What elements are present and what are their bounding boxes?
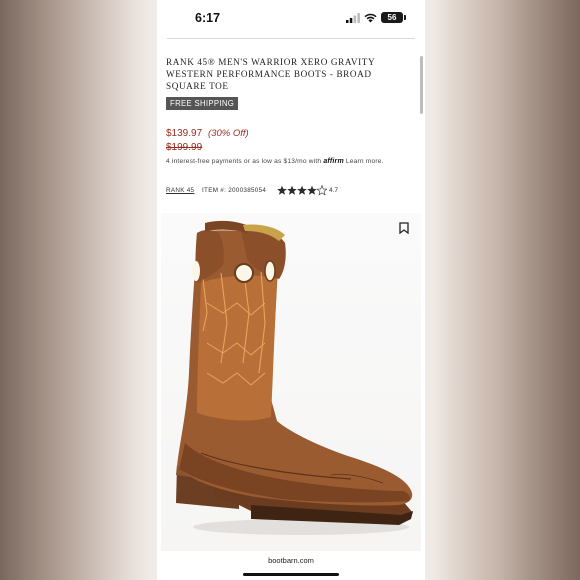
scrollbar[interactable] (420, 56, 423, 114)
signal-icon (346, 13, 360, 23)
phone-screen: 6:17 56 RANK 45® MEN'S WARRIOR XERO GRAV… (157, 0, 425, 580)
home-indicator[interactable] (243, 573, 339, 576)
affirm-logo: affirm (323, 158, 344, 165)
status-bar: 6:17 56 (157, 0, 425, 36)
bookmark-icon[interactable] (399, 222, 409, 234)
free-shipping-badge: FREE SHIPPING (166, 97, 239, 110)
header-divider (167, 38, 415, 39)
battery-icon: 56 (381, 12, 403, 23)
affirm-financing: 4 interest-free payments or as low as $1… (166, 157, 406, 167)
status-time: 6:17 (195, 11, 221, 25)
star-icon (307, 185, 317, 195)
browser-url[interactable]: bootbarn.com (157, 556, 425, 565)
sale-price: $139.97 (166, 128, 203, 139)
affirm-text: 4 interest-free payments or as low as $1… (166, 158, 322, 165)
product-boot-image[interactable] (161, 213, 421, 551)
discount-label: (30% Off) (208, 128, 249, 139)
star-outline-icon (316, 185, 327, 196)
wifi-icon (364, 13, 377, 23)
star-icon (297, 185, 307, 195)
brand-link[interactable]: RANK 45 (166, 187, 194, 194)
star-icon (277, 185, 287, 195)
rating-value: 4.7 (329, 187, 339, 194)
learn-more-link[interactable]: Learn more. (346, 158, 384, 165)
original-price: $199.99 (166, 142, 203, 153)
star-icon (287, 185, 297, 195)
rating-stars[interactable] (277, 184, 327, 196)
battery-nub (404, 15, 406, 20)
product-title: RANK 45® MEN'S WARRIOR XERO GRAVITY WEST… (166, 57, 375, 91)
item-number: ITEM #: 2000385054 (202, 187, 267, 194)
